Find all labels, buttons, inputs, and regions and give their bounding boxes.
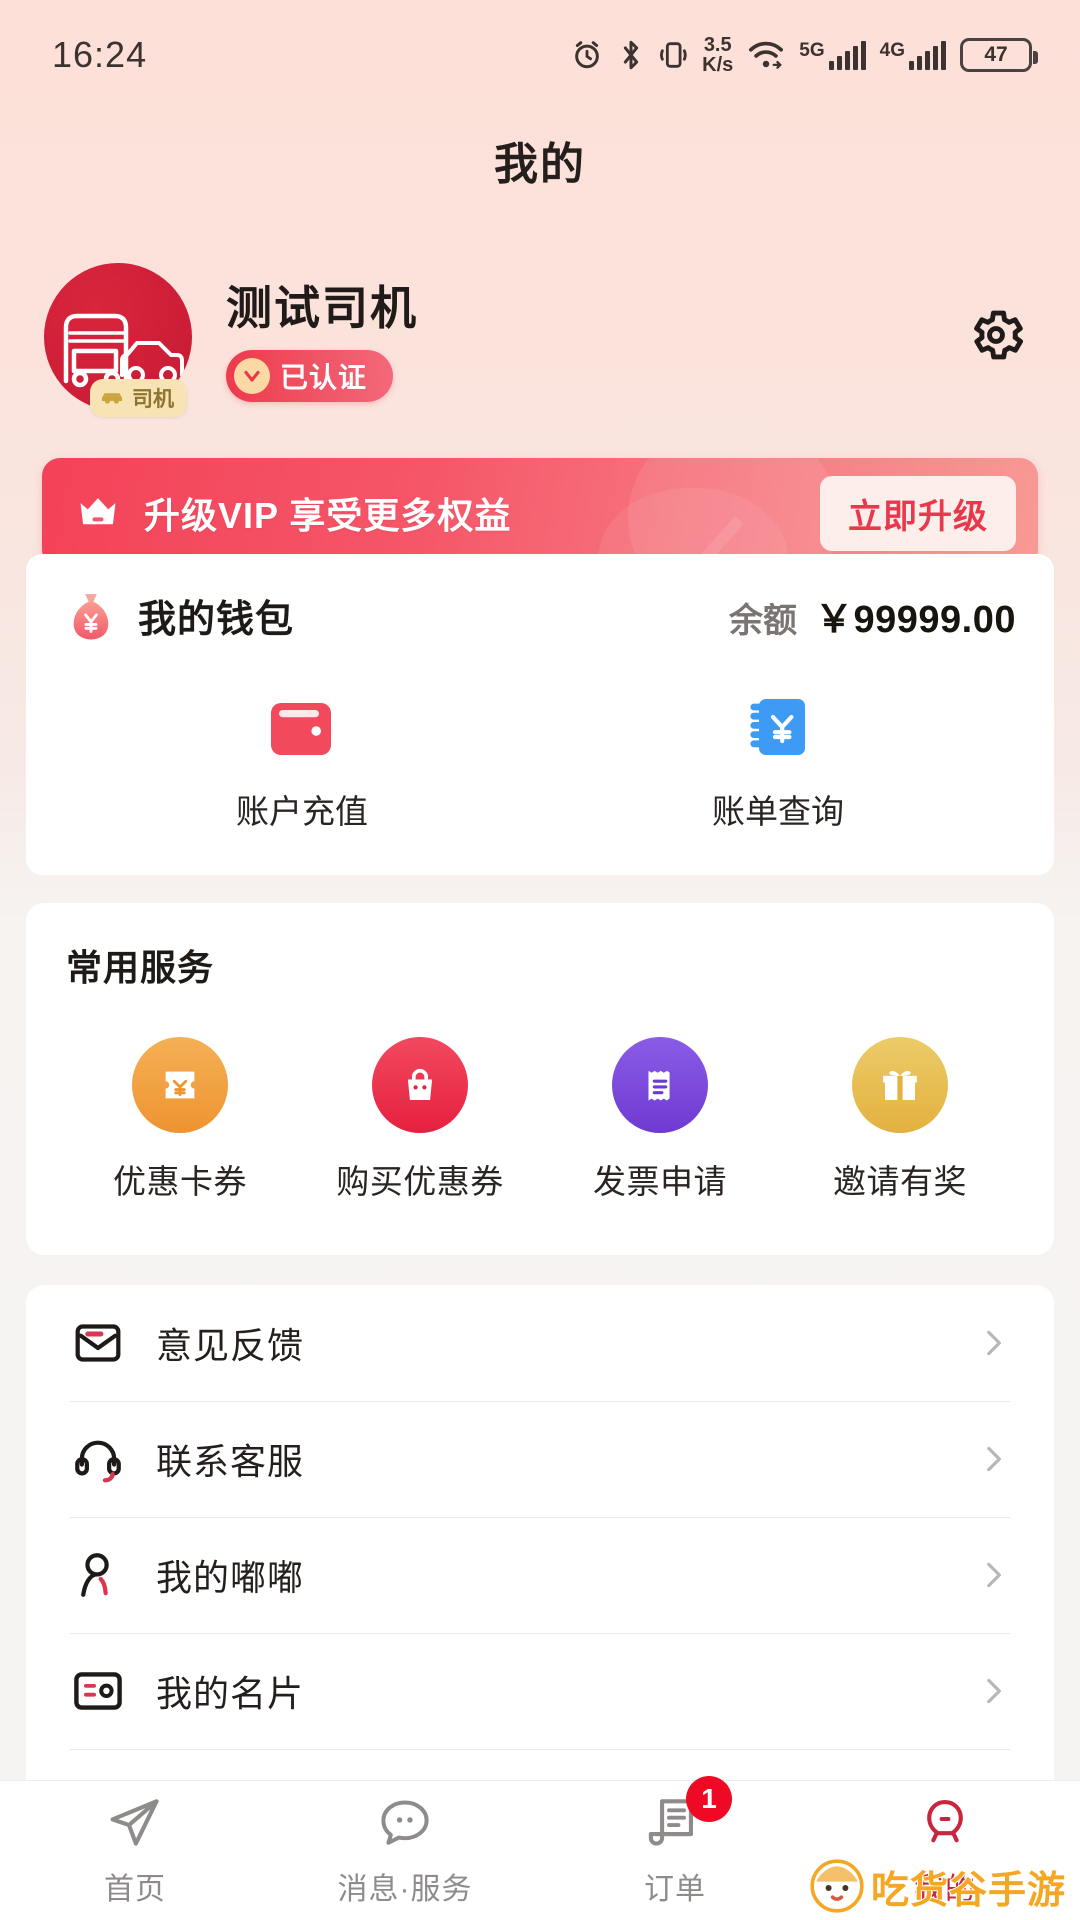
service-item-label: 邀请有奖	[833, 1163, 967, 1200]
user-name: 测试司机	[226, 282, 418, 334]
menu-item-my-dudu[interactable]: 我的嘟嘟	[70, 1517, 1010, 1633]
service-item-label: 优惠卡券	[113, 1163, 247, 1200]
services-card: 常用服务 优惠卡券 购买优惠券 发票申请 邀请有奖	[26, 903, 1054, 1255]
wallet-title: 我的钱包	[138, 599, 295, 641]
tab-messages[interactable]: 消息·服务	[270, 1794, 540, 1908]
wallet-actions: 账户充值 账单查询	[64, 689, 1016, 833]
page-header: 我的	[0, 110, 1080, 210]
gear-icon	[965, 304, 1027, 371]
menu-item-support[interactable]: 联系客服	[70, 1401, 1010, 1517]
service-item-buy-coupon[interactable]: 购买优惠券	[300, 1037, 540, 1203]
paper-plane-icon	[104, 1794, 166, 1850]
service-item-label: 购买优惠券	[336, 1163, 504, 1200]
service-item-coupons[interactable]: 优惠卡券	[60, 1037, 300, 1203]
chevron-right-icon	[976, 1326, 1010, 1360]
driver-tag: 司机	[90, 379, 187, 417]
alarm-icon	[570, 38, 604, 72]
gift-icon	[852, 1037, 948, 1133]
battery-indicator: 47	[960, 38, 1038, 72]
vip-banner-text: 升级VIP 享受更多权益	[144, 495, 512, 536]
avatar-wrapper[interactable]: 司机	[44, 263, 192, 417]
chevron-right-icon	[976, 1442, 1010, 1476]
services-grid: 优惠卡券 购买优惠券 发票申请 邀请有奖	[60, 1037, 1020, 1203]
menu-item-label: 我的名片	[156, 1673, 305, 1714]
signal-4g-icon: 4G	[880, 40, 946, 70]
settings-button[interactable]	[956, 297, 1036, 377]
status-bar: 16:24 3.5 K/s 5G 4G 47	[0, 0, 1080, 110]
chevron-right-icon	[976, 1558, 1010, 1592]
driver-tag-label: 司机	[132, 388, 174, 411]
balance-value: ￥99999.00	[815, 599, 1016, 641]
id-card-icon	[70, 1663, 126, 1719]
user-icon	[914, 1794, 976, 1850]
wallet-action-bills[interactable]: 账单查询	[540, 689, 1016, 833]
wallet-action-label: 账单查询	[712, 793, 844, 830]
headset-icon	[70, 1431, 126, 1487]
watermark-text: 吃货谷手游	[870, 1869, 1066, 1913]
wifi-icon	[747, 38, 785, 72]
verified-badge: 已认证	[226, 350, 394, 402]
page-title: 我的	[494, 140, 586, 189]
status-bar-icons: 3.5 K/s 5G 4G 47	[570, 33, 1038, 76]
network-speed: 3.5 K/s	[702, 33, 734, 76]
service-item-label: 发票申请	[593, 1163, 727, 1200]
wallet-header[interactable]: 我的钱包 余额 ￥99999.00	[64, 588, 1016, 643]
receipt-icon	[612, 1037, 708, 1133]
status-bar-time: 16:24	[52, 34, 148, 75]
vibrate-icon	[658, 38, 688, 72]
chat-bubble-icon	[374, 1794, 436, 1850]
profile-info: 测试司机 已认证	[226, 272, 418, 402]
person-icon	[70, 1547, 126, 1603]
menu-item-label: 联系客服	[156, 1441, 305, 1482]
wallet-card: 我的钱包 余额 ￥99999.00 账户充值 账单查询	[26, 554, 1054, 875]
service-item-invite[interactable]: 邀请有奖	[780, 1037, 1020, 1203]
tab-orders[interactable]: 1 订单	[540, 1775, 810, 1908]
chevron-right-icon	[976, 1674, 1010, 1708]
menu-item-label: 我的嘟嘟	[156, 1557, 305, 1598]
order-badge: 1	[686, 1775, 732, 1822]
wallet-icon	[262, 689, 342, 765]
service-item-invoice[interactable]: 发票申请	[540, 1037, 780, 1203]
wallet-action-label: 账户充值	[236, 793, 368, 830]
watermark: 吃货谷手游	[809, 1858, 1066, 1914]
verified-label: 已认证	[280, 362, 368, 393]
vip-banner[interactable]: 升级VIP 享受更多权益 立即升级	[42, 458, 1038, 568]
verified-check-icon	[234, 358, 270, 394]
coupon-icon	[132, 1037, 228, 1133]
wallet-action-recharge[interactable]: 账户充值	[64, 689, 540, 833]
bluetooth-icon	[618, 38, 644, 72]
menu-item-label: 意见反馈	[156, 1325, 305, 1366]
order-receipt-icon: 1	[644, 1775, 732, 1850]
wallet-balance: 余额 ￥99999.00	[729, 588, 1016, 643]
profile-section[interactable]: 司机 测试司机 已认证	[0, 262, 1080, 417]
money-bag-icon	[64, 589, 118, 643]
menu-item-feedback[interactable]: 意见反馈	[70, 1285, 1010, 1401]
crown-icon	[74, 489, 122, 537]
tab-label: 消息·服务	[337, 1872, 473, 1906]
menu-list: 意见反馈 联系客服 我的嘟嘟 我的名片	[26, 1285, 1054, 1865]
bill-icon	[738, 689, 818, 765]
vip-upgrade-button[interactable]: 立即升级	[820, 475, 1016, 551]
envelope-icon	[70, 1315, 126, 1371]
menu-item-business-card[interactable]: 我的名片	[70, 1633, 1010, 1749]
shopping-bag-icon	[372, 1037, 468, 1133]
car-icon	[102, 393, 122, 404]
mascot-face-icon	[810, 1859, 864, 1913]
balance-label: 余额	[729, 602, 797, 640]
services-title: 常用服务	[66, 947, 215, 988]
signal-5g-icon: 5G	[799, 40, 866, 70]
tab-label: 首页	[104, 1872, 166, 1906]
bottom-tab-bar: 首页 消息·服务 1 订单 我的 吃货谷手游	[0, 1775, 1080, 1920]
app-screen: 16:24 3.5 K/s 5G 4G 47 我的 司机 测试司机 已认证 升级…	[0, 0, 1080, 1920]
tab-label: 订单	[644, 1872, 706, 1906]
tab-home[interactable]: 首页	[0, 1794, 270, 1908]
